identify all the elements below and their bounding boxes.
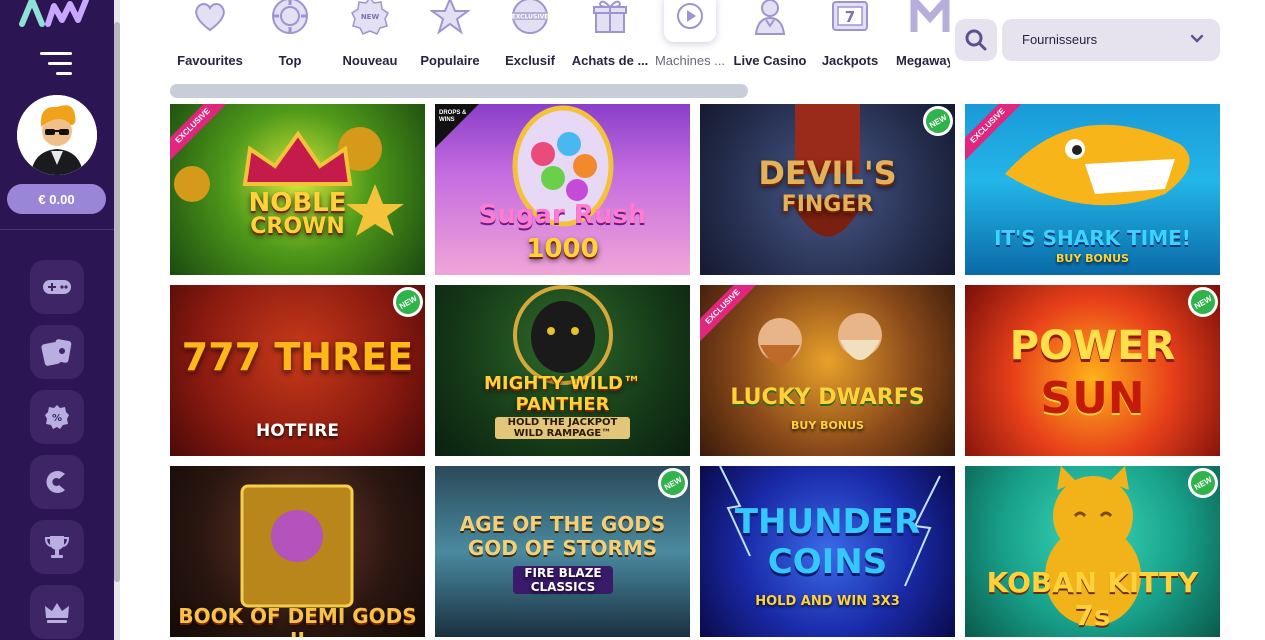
sidebar: € 0.00 %	[0, 0, 114, 640]
tab-label: Favourites	[177, 53, 243, 68]
game-tile-lucky-dwarfs[interactable]: EXCLUSIVE LUCKY DWARFS BUY BONUS	[700, 285, 955, 456]
tab-label: Achats de ...	[571, 53, 649, 68]
game-tile-sugar-rush[interactable]: DROPS & WINS Sugar Rush 1000	[435, 104, 690, 275]
game-title: 777 THREE	[181, 335, 414, 379]
sidebar-item-live-casino[interactable]	[30, 455, 84, 509]
sidebar-scrollbar[interactable]	[114, 0, 120, 640]
chevron-down-icon	[1190, 34, 1204, 43]
tab-label: Megaways	[896, 53, 950, 68]
new-badge: NEW	[1186, 285, 1220, 319]
chip-icon	[272, 0, 308, 34]
sidebar-item-bonus[interactable]: %	[30, 390, 84, 444]
game-title: KOBAN KITTY 7s	[986, 566, 1199, 632]
game-tile-koban-kitty[interactable]: NEW KOBAN KITTY 7s	[965, 466, 1220, 637]
game-tile-devils-finger[interactable]: NEW DEVIL'S FINGER	[700, 104, 955, 275]
game-tile-power-sun[interactable]: NEW POWER SUN	[965, 285, 1220, 456]
megaways-icon	[910, 0, 950, 32]
tab-label: Jackpots	[821, 53, 879, 68]
new-badge: NEW	[1186, 466, 1220, 500]
new-badge: NEW	[391, 285, 425, 319]
tab-label: Top	[278, 53, 302, 68]
game-subtitle: 1000	[526, 234, 599, 264]
sidebar-scrollbar-thumb[interactable]	[114, 22, 120, 582]
game-subtitle: SUN	[1040, 373, 1145, 424]
gift-icon	[593, 0, 627, 33]
tab-megaways[interactable]: Megaways	[890, 0, 950, 70]
cards-icon	[41, 339, 72, 366]
tab-top[interactable]: Top	[250, 0, 330, 70]
star-icon	[430, 0, 470, 35]
svg-text:7: 7	[845, 8, 855, 26]
category-scrollbar[interactable]	[170, 84, 748, 98]
tab-label: Live Casino	[733, 53, 807, 68]
tab-jackpots[interactable]: 7 Jackpots	[810, 0, 890, 70]
game-title: LUCKY DWARFS	[730, 385, 925, 410]
tab-label: Exclusif	[505, 53, 555, 68]
game-subtitle: BUY BONUS	[1056, 252, 1129, 265]
sidebar-item-games[interactable]	[30, 260, 84, 314]
tab-favourites[interactable]: Favourites	[170, 0, 250, 70]
game-title: AGE OF THE GODS GOD OF STORMS	[459, 512, 666, 560]
game-subtitle: CROWN	[250, 214, 345, 239]
live-casino-icon	[46, 471, 65, 493]
crown-icon	[45, 603, 69, 623]
trophy-icon	[44, 536, 70, 558]
exclusive-icon: EXCLUSIVE	[512, 0, 549, 34]
drops-wins-label: DROPS & WINS	[439, 110, 467, 123]
tab-label: Machines ...	[654, 53, 726, 68]
providers-label: Fournisseurs	[1022, 32, 1098, 47]
gamepad-icon	[43, 280, 71, 294]
game-title: Sugar Rush	[478, 200, 647, 230]
logo[interactable]	[18, 0, 98, 30]
tab-new[interactable]: NEW Nouveau	[330, 0, 410, 70]
svg-text:EXCLUSIVE: EXCLUSIVE	[512, 14, 549, 21]
balance-badge[interactable]: € 0.00	[7, 184, 106, 214]
menu-icon[interactable]	[40, 52, 72, 76]
game-tile-thunder-coins[interactable]: THUNDER COINS HOLD AND WIN 3X3	[700, 466, 955, 637]
tab-popular[interactable]: Populaire	[410, 0, 490, 70]
tab-exclusive[interactable]: EXCLUSIVE Exclusif	[490, 0, 570, 70]
game-subtitle: HOLD AND WIN 3X3	[755, 594, 900, 609]
game-tile-three-hotfire[interactable]: NEW 777 THREE HOTFIRE	[170, 285, 425, 456]
bonus-icon: %	[45, 405, 69, 429]
avatar[interactable]	[17, 95, 97, 175]
game-subtitle: BUY BONUS	[791, 419, 864, 432]
game-title: MIGHTY WILD™ PANTHER	[484, 373, 641, 415]
sidebar-item-table-games[interactable]	[30, 325, 84, 379]
slot-7-icon: 7	[832, 1, 868, 31]
game-title: DEVIL'S	[758, 154, 897, 192]
sidebar-item-tournaments[interactable]	[30, 520, 84, 574]
game-title: POWER	[1009, 323, 1176, 369]
tab-bonus-buy[interactable]: Achats de ...	[570, 0, 650, 70]
game-subtitle: FINGER	[781, 192, 874, 217]
game-tile-shark-time[interactable]: EXCLUSIVE IT'S SHARK TIME! BUY BONUS	[965, 104, 1220, 275]
new-badge: NEW	[921, 104, 955, 138]
search-icon	[965, 29, 987, 51]
game-subtitle: HOTFIRE	[256, 421, 339, 441]
sidebar-divider	[0, 229, 114, 230]
game-title: BOOK OF DEMI GODS II	[178, 604, 417, 637]
new-badge: NEW	[656, 466, 690, 500]
providers-dropdown[interactable]: Fournisseurs	[1002, 19, 1220, 61]
game-title: IT'S SHARK TIME!	[994, 226, 1191, 250]
search-button[interactable]	[955, 19, 997, 61]
game-title: THUNDER COINS	[734, 502, 921, 582]
play-icon	[677, 3, 703, 29]
svg-text:%: %	[52, 413, 62, 424]
sidebar-item-vip[interactable]	[30, 585, 84, 639]
game-subtitle: HOLD THE JACKPOT WILD RAMPAGE™	[495, 417, 630, 439]
game-tile-god-of-storms[interactable]: NEW AGE OF THE GODS GOD OF STORMS FIRE B…	[435, 466, 690, 637]
game-tile-noble-crown[interactable]: EXCLUSIVE NOBLE CROWN	[170, 104, 425, 275]
dealer-icon	[754, 0, 786, 35]
tab-slots[interactable]: Machines ...	[650, 0, 730, 70]
game-tile-book-of-demi-gods[interactable]: BOOK OF DEMI GODS II	[170, 466, 425, 637]
game-tile-mighty-wild-panther[interactable]: MIGHTY WILD™ PANTHER HOLD THE JACKPOT WI…	[435, 285, 690, 456]
tab-label: Nouveau	[342, 53, 398, 68]
svg-text:NEW: NEW	[361, 13, 380, 21]
game-subtitle: FIRE BLAZE CLASSICS	[513, 566, 613, 594]
new-icon: NEW	[351, 0, 389, 35]
tab-live-casino[interactable]: Live Casino	[730, 0, 810, 70]
heart-icon	[195, 3, 225, 32]
tab-label: Populaire	[420, 53, 480, 68]
